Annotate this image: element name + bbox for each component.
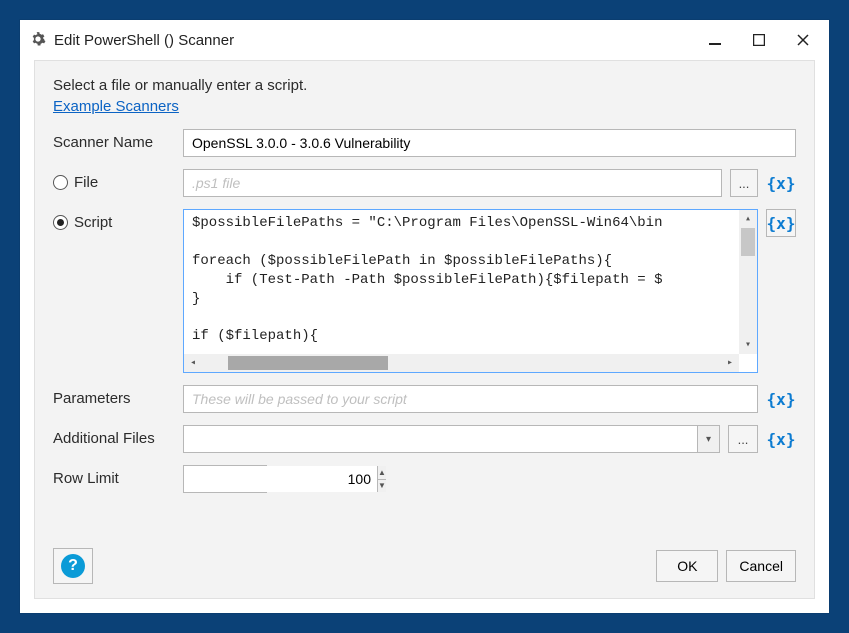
row-limit-down-icon[interactable]: ▼ xyxy=(378,479,386,493)
titlebar: Edit PowerShell () Scanner xyxy=(20,20,829,60)
scroll-down-icon[interactable]: ▾ xyxy=(739,336,757,354)
row-limit-spinner[interactable]: ▲ ▼ xyxy=(183,465,267,493)
close-button[interactable] xyxy=(781,26,825,54)
additional-files-variable-button[interactable]: {x} xyxy=(766,425,796,453)
window-title: Edit PowerShell () Scanner xyxy=(54,32,234,49)
file-path-input[interactable] xyxy=(183,169,722,197)
dialog-window: Edit PowerShell () Scanner Select a file… xyxy=(20,20,829,613)
help-icon: ? xyxy=(61,554,85,578)
script-hscrollbar[interactable]: ◂ ▸ xyxy=(184,354,739,372)
script-radio-label: Script xyxy=(74,214,112,231)
scanner-name-label: Scanner Name xyxy=(53,129,173,151)
script-vscrollbar[interactable]: ▴ ▾ xyxy=(739,210,757,354)
script-textarea[interactable]: $possibleFilePaths = "C:\Program Files\O… xyxy=(183,209,758,373)
parameters-variable-button[interactable]: {x} xyxy=(766,385,796,413)
scroll-right-icon[interactable]: ▸ xyxy=(721,354,739,372)
parameters-input[interactable] xyxy=(183,385,758,413)
additional-files-combo[interactable]: ▾ xyxy=(183,425,720,453)
chevron-down-icon[interactable]: ▾ xyxy=(697,426,719,452)
script-radio[interactable] xyxy=(53,215,68,230)
example-scanners-link[interactable]: Example Scanners xyxy=(53,98,796,115)
file-variable-button[interactable]: {x} xyxy=(766,169,796,197)
minimize-button[interactable] xyxy=(693,26,737,54)
row-limit-up-icon[interactable]: ▲ xyxy=(378,466,386,479)
row-limit-label: Row Limit xyxy=(53,465,173,487)
maximize-button[interactable] xyxy=(737,26,781,54)
file-radio[interactable] xyxy=(53,175,68,190)
instruction-text: Select a file or manually enter a script… xyxy=(53,77,796,94)
dialog-body: Select a file or manually enter a script… xyxy=(34,60,815,599)
additional-files-label: Additional Files xyxy=(53,425,173,447)
row-limit-input[interactable] xyxy=(184,466,377,492)
scanner-name-input[interactable] xyxy=(183,129,796,157)
cancel-button[interactable]: Cancel xyxy=(726,550,796,582)
help-button[interactable]: ? xyxy=(53,548,93,584)
gear-icon xyxy=(30,31,46,50)
vscroll-thumb[interactable] xyxy=(741,228,755,256)
hscroll-thumb[interactable] xyxy=(228,356,388,370)
file-radio-label: File xyxy=(74,174,98,191)
scroll-up-icon[interactable]: ▴ xyxy=(739,210,757,228)
additional-files-browse-button[interactable]: ... xyxy=(728,425,758,453)
additional-files-value[interactable] xyxy=(184,426,697,452)
scroll-left-icon[interactable]: ◂ xyxy=(184,354,202,372)
file-browse-button[interactable]: ... xyxy=(730,169,758,197)
parameters-label: Parameters xyxy=(53,385,173,407)
script-text[interactable]: $possibleFilePaths = "C:\Program Files\O… xyxy=(184,210,757,372)
ok-button[interactable]: OK xyxy=(656,550,718,582)
script-variable-button[interactable]: {x} xyxy=(766,209,796,237)
